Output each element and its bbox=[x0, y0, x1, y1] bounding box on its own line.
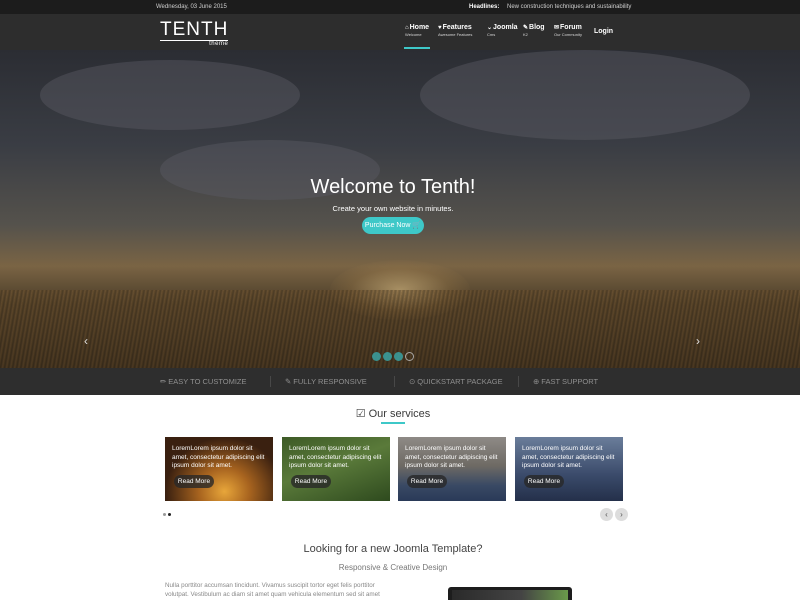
magic-icon: ✏ bbox=[160, 377, 167, 386]
nav-item-blog[interactable]: ✎Blog K2 bbox=[523, 24, 545, 37]
headlines-label: Headlines: bbox=[469, 4, 500, 10]
heart-icon: ♥ bbox=[438, 25, 442, 31]
site-logo[interactable]: TENTH theme bbox=[160, 19, 229, 47]
slider-dot[interactable] bbox=[394, 352, 403, 361]
nav-item-features[interactable]: ♥Features Awesome Features bbox=[438, 24, 472, 37]
comments-icon: ✉ bbox=[554, 25, 560, 31]
nav-sub-joomla: Cms bbox=[487, 32, 496, 37]
read-more-button[interactable]: Read More bbox=[291, 475, 331, 488]
feature-divider bbox=[394, 376, 395, 387]
read-more-button[interactable]: Read More bbox=[524, 475, 564, 488]
hero-slider: Welcome to Tenth! Create your own websit… bbox=[0, 50, 800, 368]
service-card: LoremLorem ipsum dolor sit amet, consect… bbox=[282, 437, 390, 501]
services-page-dot-active[interactable] bbox=[168, 513, 171, 516]
service-card-text: LoremLorem ipsum dolor sit amet, consect… bbox=[405, 445, 498, 469]
feature-label: QUICKSTART PACKAGE bbox=[417, 377, 503, 386]
slider-dot[interactable] bbox=[383, 352, 392, 361]
clock-icon: ⊙ bbox=[409, 377, 416, 386]
promo-device-screen bbox=[452, 590, 568, 600]
hero-title: Welcome to Tenth! bbox=[310, 176, 476, 198]
feature-label: FAST SUPPORT bbox=[541, 377, 599, 386]
hero-cloud bbox=[40, 60, 300, 130]
feature-label: FULLY RESPONSIVE bbox=[293, 377, 367, 386]
services-next-icon[interactable]: › bbox=[615, 508, 628, 521]
services-prev-icon[interactable]: ‹ bbox=[600, 508, 613, 521]
feature-quickstart: ⊙ QUICKSTART PACKAGE bbox=[409, 377, 503, 386]
nav-label-login: Login bbox=[594, 28, 614, 35]
services-underline bbox=[381, 422, 405, 424]
wrench-icon: ✎ bbox=[285, 377, 292, 386]
nav-sub-features: Awesome Features bbox=[438, 32, 473, 37]
nav-item-home[interactable]: ⌂Home Welcome bbox=[405, 24, 429, 37]
feature-divider bbox=[270, 376, 271, 387]
site-header: TENTH theme ⌂Home Welcome ♥Features Awes… bbox=[0, 14, 800, 50]
nav-label-forum: Forum bbox=[560, 24, 582, 31]
nav-sub-home: Welcome bbox=[405, 32, 422, 37]
services-page-dot[interactable] bbox=[163, 513, 166, 516]
logo-sub-text: theme bbox=[209, 41, 229, 47]
promo-subtitle: Responsive & Creative Design bbox=[338, 563, 448, 572]
headlines-ticker-link[interactable]: New construction techniques and sustaina… bbox=[507, 4, 631, 10]
nav-sub-blog: K2 bbox=[523, 32, 528, 37]
edit-icon: ✎ bbox=[523, 25, 529, 31]
read-more-button[interactable]: Read More bbox=[407, 475, 447, 488]
service-card: LoremLorem ipsum dolor sit amet, consect… bbox=[398, 437, 506, 501]
chevron-down-icon: ⌄ bbox=[487, 25, 493, 31]
slider-prev-arrow-icon[interactable]: ‹ bbox=[84, 334, 88, 348]
service-card-text: LoremLorem ipsum dolor sit amet, consect… bbox=[172, 445, 265, 469]
nav-label-joomla: Joomla bbox=[493, 24, 518, 31]
nav-label-features: Features bbox=[442, 24, 472, 31]
lifebuoy-icon: ⊕ bbox=[533, 377, 540, 386]
current-date: Wednesday, 03 June 2015 bbox=[156, 4, 227, 10]
check-square-icon: ☑ bbox=[355, 408, 366, 420]
features-bar: ✏ EASY TO CUSTOMIZE ✎ FULLY RESPONSIVE ⊙ QU… bbox=[0, 368, 800, 395]
promo-device-image bbox=[448, 587, 572, 600]
services-heading: ☑ Our services bbox=[0, 407, 786, 420]
feature-fast-support: ⊕ FAST SUPPORT bbox=[533, 377, 598, 386]
slider-dot-active[interactable] bbox=[405, 352, 414, 361]
nav-item-login[interactable]: Login bbox=[594, 28, 613, 35]
services-title: Our services bbox=[368, 408, 431, 420]
service-card-text: LoremLorem ipsum dolor sit amet, consect… bbox=[522, 445, 615, 469]
purchase-now-button[interactable]: Purchase Now 🛒 bbox=[362, 217, 424, 234]
nav-item-joomla[interactable]: ⌄Joomla Cms bbox=[487, 24, 518, 37]
top-bar: Wednesday, 03 June 2015 Headlines: New c… bbox=[0, 0, 800, 14]
nav-sub-forum: Our Community bbox=[554, 32, 583, 37]
feature-label: EASY TO CUSTOMIZE bbox=[168, 377, 247, 386]
feature-easy-customize: ✏ EASY TO CUSTOMIZE bbox=[160, 377, 247, 386]
nav-active-indicator bbox=[404, 47, 430, 49]
service-card-text: LoremLorem ipsum dolor sit amet, consect… bbox=[289, 445, 382, 469]
feature-fully-responsive: ✎ FULLY RESPONSIVE bbox=[285, 377, 367, 386]
feature-divider bbox=[518, 376, 519, 387]
logo-main-text: TENTH bbox=[160, 19, 229, 41]
read-more-button[interactable]: Read More bbox=[174, 475, 214, 488]
promo-paragraph: Nulla porttitor accumsan tincidunt. Viva… bbox=[165, 582, 380, 598]
home-icon: ⌂ bbox=[405, 25, 409, 31]
slider-dot[interactable] bbox=[372, 352, 381, 361]
nav-label-blog: Blog bbox=[529, 24, 545, 31]
hero-cloud bbox=[420, 50, 750, 140]
nav-label-home: Home bbox=[409, 24, 430, 31]
slider-next-arrow-icon[interactable]: › bbox=[696, 334, 700, 348]
service-card: LoremLorem ipsum dolor sit amet, consect… bbox=[515, 437, 623, 501]
promo-title: Looking for a new Joomla Template? bbox=[303, 543, 483, 555]
hero-subtitle: Create your own website in minutes. bbox=[332, 204, 454, 213]
nav-item-forum[interactable]: ✉Forum Our Community bbox=[554, 24, 582, 37]
service-card: LoremLorem ipsum dolor sit amet, consect… bbox=[165, 437, 273, 501]
